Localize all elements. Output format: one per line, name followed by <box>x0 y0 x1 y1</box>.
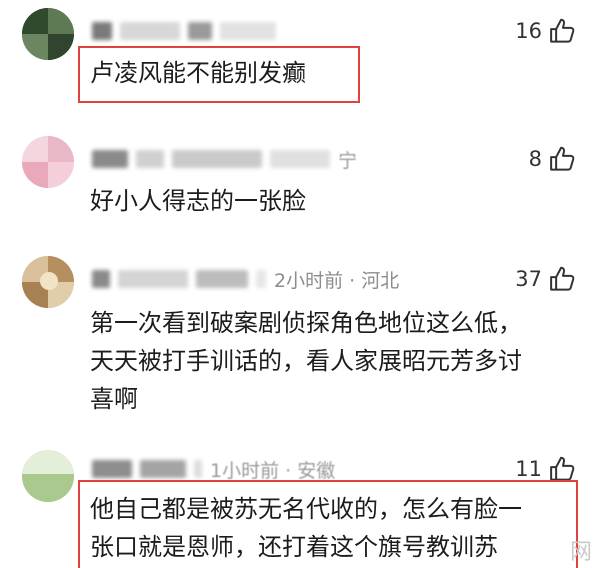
blurred-username <box>256 270 266 288</box>
thumbs-up-icon <box>550 146 575 171</box>
blurred-username <box>136 150 164 168</box>
comment-text-line: 喜啊 <box>90 385 138 413</box>
comment-text-line: 第一次看到破案剧侦探角色地位这么低， <box>90 309 522 337</box>
comment-meta: 宁 <box>92 144 357 174</box>
comment-meta <box>92 16 276 46</box>
like-count: 11 <box>515 457 542 481</box>
comment-meta: 2小时前 · 河北 <box>92 264 399 294</box>
like-button[interactable]: 16 <box>515 14 578 48</box>
comment-text-line: 天天被打手训话的，看人家展昭元芳多讨 <box>90 347 522 375</box>
thumbs-up-icon <box>550 18 575 43</box>
blurred-username <box>120 22 180 40</box>
comment-text-line: 张口就是恩师，还打着这个旗号教训苏 <box>90 533 498 561</box>
blurred-username <box>92 150 128 168</box>
comment-text: 卢凌风能不能别发癫 <box>90 54 306 92</box>
comment-text: 好小人得志的一张脸 <box>90 182 306 220</box>
comment-text-line: 他自己都是被苏无名代收的，怎么有脸一 <box>90 495 522 523</box>
blurred-username <box>196 270 248 288</box>
thumbs-up-icon <box>550 266 575 291</box>
like-count: 8 <box>528 147 542 171</box>
blurred-username <box>188 22 212 40</box>
like-button[interactable]: 8 <box>529 142 578 176</box>
blurred-username <box>194 460 202 478</box>
avatar[interactable] <box>22 256 74 308</box>
blurred-username <box>92 22 112 40</box>
comment-time-location: 宁 <box>338 149 358 172</box>
avatar[interactable] <box>22 8 74 60</box>
like-button[interactable]: 37 <box>515 262 578 296</box>
watermark: 网 <box>569 540 594 565</box>
blurred-username <box>172 150 262 168</box>
blurred-username <box>118 270 188 288</box>
comment-text: 第一次看到破案剧侦探角色地位这么低， 天天被打手训话的，看人家展昭元芳多讨 喜啊 <box>90 304 522 418</box>
comment-time-location: 1小时前 · 安徽 <box>210 459 336 482</box>
comment-text-line: 好小人得志的一张脸 <box>90 187 306 215</box>
avatar[interactable] <box>22 136 74 188</box>
comment-time-location: 2小时前 · 河北 <box>274 269 400 292</box>
blurred-username <box>140 460 186 478</box>
blurred-username <box>270 150 330 168</box>
like-count: 16 <box>515 19 542 43</box>
blurred-username <box>92 270 110 288</box>
blurred-username <box>220 22 276 40</box>
avatar[interactable] <box>22 450 74 502</box>
comment-text: 他自己都是被苏无名代收的，怎么有脸一 张口就是恩师，还打着这个旗号教训苏 <box>90 490 522 566</box>
comment-text-line: 卢凌风能不能别发癫 <box>90 59 306 87</box>
like-count: 37 <box>515 267 542 291</box>
blurred-username <box>92 460 132 478</box>
